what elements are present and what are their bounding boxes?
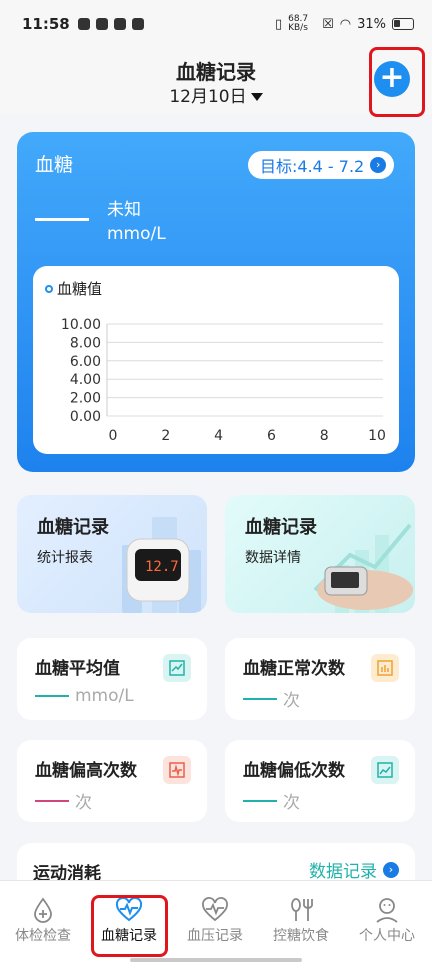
y-tick-label: 0.00 — [70, 409, 101, 425]
bottom-tab-bar: 体检检查 血糖记录 血压记录 控糖饮食 个人中心 — [0, 880, 432, 964]
low-count-title: 血糖偏低次数 — [243, 761, 345, 781]
data-detail-card[interactable]: 血糖记录 数据详情 — [225, 495, 415, 613]
chevron-right-icon: › — [383, 861, 399, 878]
date-picker[interactable]: 12月10日 — [0, 82, 432, 107]
y-tick-label: 8.00 — [70, 335, 101, 351]
vibrate-icon: ▯ — [274, 16, 283, 32]
x-tick-label: 8 — [320, 428, 329, 444]
bar-chart-icon — [371, 654, 399, 682]
value-dash — [243, 799, 277, 802]
svg-text:12.7: 12.7 — [145, 559, 179, 575]
notification-icon — [77, 18, 90, 30]
user-icon — [344, 895, 430, 925]
stats-report-card[interactable]: 12.7 血糖记录 统计报表 — [17, 495, 207, 613]
tab-diet[interactable]: 控糖饮食 — [258, 895, 344, 945]
average-glucose-unit: mmo/L — [75, 686, 134, 706]
data-record-link[interactable]: 数据记录 › — [309, 857, 399, 882]
status-time: 11:58 — [22, 15, 70, 33]
high-count-unit: 次 — [75, 793, 92, 813]
y-tick-label: 10.00 — [61, 317, 101, 333]
y-tick-label: 4.00 — [70, 372, 101, 388]
y-tick-label: 2.00 — [70, 391, 101, 407]
x-tick-label: 4 — [214, 428, 223, 444]
x-tick-label: 0 — [109, 428, 118, 444]
high-count-title: 血糖偏高次数 — [35, 761, 137, 781]
caret-down-icon — [250, 93, 263, 101]
app-icon — [131, 18, 144, 30]
status-bar: 11:58 ▯ 68.7 KB/s ☒ ◠ 31% — [0, 0, 432, 48]
y-tick-label: 6.00 — [70, 354, 101, 370]
glucose-value-status: 未知 — [107, 200, 141, 220]
date-label: 12月10日 — [169, 87, 247, 107]
x-tick-label: 2 — [161, 428, 170, 444]
normal-count-card[interactable]: 血糖正常次数 次 — [225, 638, 415, 720]
chevron-right-icon: › — [370, 157, 387, 173]
average-glucose-card[interactable]: 血糖平均值 mmo/L — [17, 638, 207, 720]
drop-plus-icon — [0, 895, 86, 925]
target-range-button[interactable]: 目标:4.4 - 7.2 › — [248, 151, 395, 179]
glucose-chart: 血糖值 10.00 8.00 6.00 4.00 2.00 0.00 0 2 4 6 8 10 — [33, 266, 399, 454]
low-count-unit: 次 — [283, 793, 300, 813]
x-tick-label: 10 — [368, 428, 386, 444]
tab-label: 血压记录 — [187, 928, 243, 944]
heart-pulse-icon — [172, 895, 258, 925]
target-range-label: 目标:4.4 - 7.2 — [260, 157, 365, 176]
glucose-card: 血糖 目标:4.4 - 7.2 › 未知 mmo/L 血糖值 10.00 8.00… — [17, 132, 415, 472]
battery-percent: 31% — [357, 16, 386, 32]
network-speed: 68.7 KB/s — [288, 14, 309, 33]
mail-icon — [95, 18, 108, 30]
normal-count-title: 血糖正常次数 — [243, 659, 345, 679]
chart-plot: 10.00 8.00 6.00 4.00 2.00 0.00 0 2 4 6 8 10 — [61, 317, 386, 444]
tab-profile[interactable]: 个人中心 — [344, 895, 430, 945]
page-title: 血糖记录 — [176, 60, 256, 84]
home-indicator — [130, 958, 302, 962]
wechat-icon — [113, 18, 126, 30]
normal-count-unit: 次 — [283, 691, 300, 711]
low-count-card[interactable]: 血糖偏低次数 次 — [225, 740, 415, 822]
x-tick-label: 6 — [267, 428, 276, 444]
tab-label: 体检检查 — [15, 928, 71, 944]
data-detail-title: 血糖记录 — [245, 517, 317, 538]
average-glucose-title: 血糖平均值 — [35, 659, 120, 679]
stats-report-title: 血糖记录 — [37, 517, 109, 538]
pulse-chart-icon — [163, 756, 191, 784]
add-record-button[interactable]: + — [374, 61, 410, 97]
tab-checkup[interactable]: 体检检查 — [0, 895, 86, 945]
trend-chart-icon — [163, 654, 191, 682]
wifi-icon: ◠ — [339, 16, 352, 32]
stats-report-subtitle: 统计报表 — [37, 550, 93, 566]
app-header: 血糖记录 12月10日 — [0, 48, 432, 114]
glucose-label: 血糖 — [35, 154, 74, 176]
active-tab-highlight — [91, 895, 168, 957]
value-dash — [35, 218, 89, 221]
data-detail-subtitle: 数据详情 — [245, 550, 301, 566]
plus-icon: + — [379, 60, 405, 95]
sim-icon: ☒ — [322, 16, 334, 32]
value-dash — [243, 697, 277, 700]
value-dash — [35, 799, 69, 802]
high-count-card[interactable]: 血糖偏高次数 次 — [17, 740, 207, 822]
data-record-label: 数据记录 — [309, 862, 377, 882]
glucose-unit: mmo/L — [107, 224, 166, 244]
value-dash — [35, 695, 69, 697]
fork-spoon-icon — [258, 895, 344, 925]
tab-label: 个人中心 — [359, 928, 415, 944]
tab-label: 控糖饮食 — [273, 928, 329, 944]
tab-blood-pressure[interactable]: 血压记录 — [172, 895, 258, 945]
line-chart-icon — [371, 756, 399, 784]
battery-icon — [392, 18, 414, 30]
